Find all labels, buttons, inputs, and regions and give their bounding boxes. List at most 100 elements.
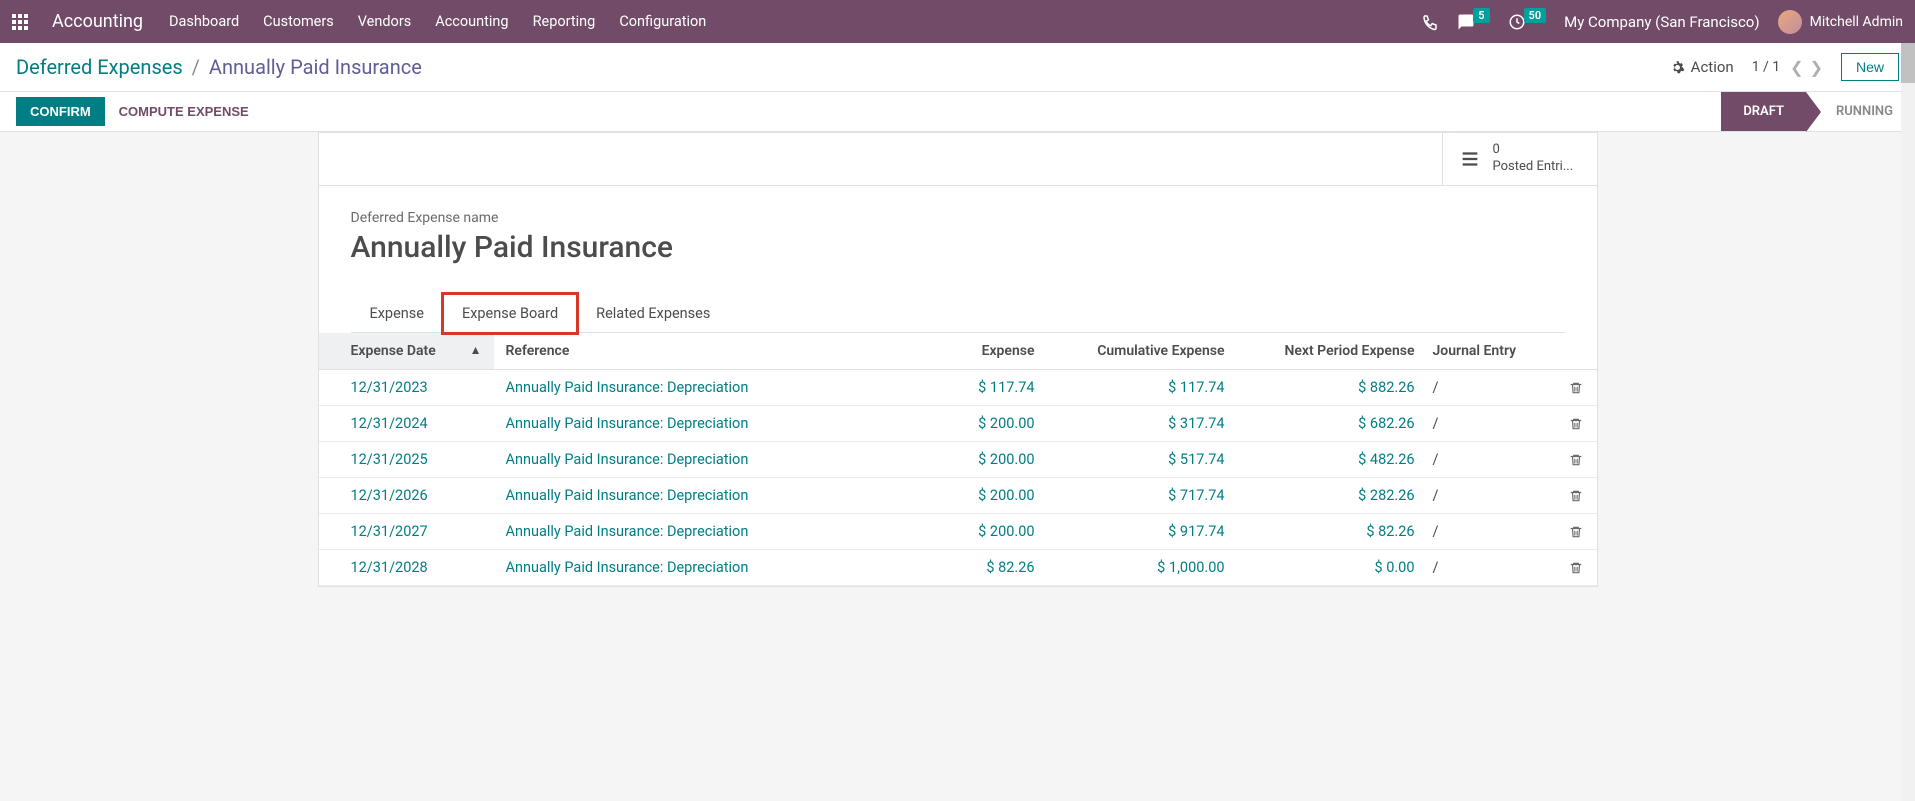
cell-journal[interactable]: /: [1427, 478, 1557, 514]
status-draft[interactable]: DRAFT: [1721, 92, 1806, 131]
cell-cumulative[interactable]: $ 1,000.00: [1047, 550, 1237, 586]
breadcrumb-sep: /: [192, 55, 200, 79]
scroll-thumb[interactable]: [1901, 43, 1915, 83]
delete-row-button[interactable]: [1557, 370, 1597, 406]
cell-cumulative[interactable]: $ 317.74: [1047, 406, 1237, 442]
status-running[interactable]: RUNNING: [1806, 92, 1915, 131]
breadcrumb: Deferred Expenses / Annually Paid Insura…: [16, 55, 422, 79]
table-row[interactable]: 12/31/2025 Annually Paid Insurance: Depr…: [319, 442, 1597, 478]
cell-journal[interactable]: /: [1427, 442, 1557, 478]
cell-date[interactable]: 12/31/2027: [319, 514, 494, 550]
chat-icon[interactable]: 5: [1457, 13, 1489, 31]
cell-expense[interactable]: $ 200.00: [907, 406, 1047, 442]
trash-icon: [1569, 489, 1583, 503]
cell-reference[interactable]: Annually Paid Insurance: Depreciation: [494, 406, 907, 442]
tab-expense-board[interactable]: Expense Board: [443, 294, 577, 333]
field-label-name: Deferred Expense name: [351, 210, 1565, 226]
col-journal-entry[interactable]: Journal Entry: [1427, 333, 1557, 370]
table-row[interactable]: 12/31/2024 Annually Paid Insurance: Depr…: [319, 406, 1597, 442]
cell-journal[interactable]: /: [1427, 514, 1557, 550]
company-selector[interactable]: My Company (San Francisco): [1564, 13, 1759, 31]
cell-cumulative[interactable]: $ 917.74: [1047, 514, 1237, 550]
delete-row-button[interactable]: [1557, 514, 1597, 550]
action-menu[interactable]: Action: [1670, 58, 1734, 76]
cell-date[interactable]: 12/31/2026: [319, 478, 494, 514]
cell-next[interactable]: $ 282.26: [1237, 478, 1427, 514]
pager: 1 / 1 ❮ ❯: [1752, 58, 1823, 77]
pager-prev-icon[interactable]: ❮: [1790, 58, 1803, 77]
nav-accounting[interactable]: Accounting: [435, 13, 508, 30]
status-bar: CONFIRM COMPUTE EXPENSE DRAFT RUNNING: [0, 92, 1915, 132]
tab-expense[interactable]: Expense: [351, 294, 443, 333]
tabs: Expense Expense Board Related Expenses: [351, 293, 1565, 333]
record-title[interactable]: Annually Paid Insurance: [351, 230, 1565, 265]
trash-icon: [1569, 525, 1583, 539]
cell-journal[interactable]: /: [1427, 370, 1557, 406]
table-row[interactable]: 12/31/2023 Annually Paid Insurance: Depr…: [319, 370, 1597, 406]
apps-icon[interactable]: [12, 14, 28, 30]
compute-expense-button[interactable]: COMPUTE EXPENSE: [119, 97, 249, 126]
delete-row-button[interactable]: [1557, 406, 1597, 442]
cell-date[interactable]: 12/31/2023: [319, 370, 494, 406]
nav-customers[interactable]: Customers: [263, 13, 334, 30]
user-name: Mitchell Admin: [1810, 14, 1903, 30]
cell-expense[interactable]: $ 117.74: [907, 370, 1047, 406]
breadcrumb-current: Annually Paid Insurance: [209, 55, 422, 79]
cell-expense[interactable]: $ 200.00: [907, 442, 1047, 478]
col-next-period[interactable]: Next Period Expense: [1237, 333, 1427, 370]
user-menu[interactable]: Mitchell Admin: [1778, 10, 1903, 34]
cell-next[interactable]: $ 0.00: [1237, 550, 1427, 586]
pager-count: 1 / 1: [1752, 59, 1780, 75]
cell-date[interactable]: 12/31/2028: [319, 550, 494, 586]
cell-reference[interactable]: Annually Paid Insurance: Depreciation: [494, 442, 907, 478]
confirm-button[interactable]: CONFIRM: [16, 97, 105, 126]
new-button[interactable]: New: [1841, 53, 1899, 81]
delete-row-button[interactable]: [1557, 478, 1597, 514]
gear-icon: [1670, 60, 1685, 75]
cell-expense[interactable]: $ 200.00: [907, 478, 1047, 514]
table-row[interactable]: 12/31/2026 Annually Paid Insurance: Depr…: [319, 478, 1597, 514]
tab-related-expenses[interactable]: Related Expenses: [577, 294, 729, 333]
scrollbar[interactable]: ▲: [1901, 43, 1915, 801]
nav-vendors[interactable]: Vendors: [358, 13, 411, 30]
col-expense[interactable]: Expense: [907, 333, 1047, 370]
cell-expense[interactable]: $ 82.26: [907, 550, 1047, 586]
cell-next[interactable]: $ 482.26: [1237, 442, 1427, 478]
nav-configuration[interactable]: Configuration: [619, 13, 706, 30]
cell-journal[interactable]: /: [1427, 406, 1557, 442]
cell-cumulative[interactable]: $ 717.74: [1047, 478, 1237, 514]
cell-journal[interactable]: /: [1427, 550, 1557, 586]
delete-row-button[interactable]: [1557, 442, 1597, 478]
col-expense-date[interactable]: Expense Date ▲: [319, 333, 494, 370]
cell-date[interactable]: 12/31/2024: [319, 406, 494, 442]
cell-date[interactable]: 12/31/2025: [319, 442, 494, 478]
pager-next-icon[interactable]: ❯: [1810, 58, 1823, 77]
breadcrumb-root[interactable]: Deferred Expenses: [16, 55, 183, 79]
clock-icon[interactable]: 50: [1508, 13, 1547, 31]
table-row[interactable]: 12/31/2027 Annually Paid Insurance: Depr…: [319, 514, 1597, 550]
cell-reference[interactable]: Annually Paid Insurance: Depreciation: [494, 370, 907, 406]
trash-icon: [1569, 417, 1583, 431]
top-navbar: Accounting Dashboard Customers Vendors A…: [0, 0, 1915, 43]
nav-reporting[interactable]: Reporting: [533, 13, 596, 30]
cell-reference[interactable]: Annually Paid Insurance: Depreciation: [494, 550, 907, 586]
nav-dashboard[interactable]: Dashboard: [169, 13, 239, 30]
chat-badge: 5: [1473, 8, 1489, 23]
trash-icon: [1569, 453, 1583, 467]
phone-icon[interactable]: [1421, 13, 1439, 31]
form-sheet: 0 Posted Entri... Deferred Expense name …: [318, 132, 1598, 587]
cell-next[interactable]: $ 882.26: [1237, 370, 1427, 406]
cell-next[interactable]: $ 682.26: [1237, 406, 1427, 442]
cell-reference[interactable]: Annually Paid Insurance: Depreciation: [494, 478, 907, 514]
cell-cumulative[interactable]: $ 117.74: [1047, 370, 1237, 406]
col-reference[interactable]: Reference: [494, 333, 907, 370]
table-row[interactable]: 12/31/2028 Annually Paid Insurance: Depr…: [319, 550, 1597, 586]
cell-reference[interactable]: Annually Paid Insurance: Depreciation: [494, 514, 907, 550]
cell-expense[interactable]: $ 200.00: [907, 514, 1047, 550]
cell-cumulative[interactable]: $ 517.74: [1047, 442, 1237, 478]
col-cumulative[interactable]: Cumulative Expense: [1047, 333, 1237, 370]
delete-row-button[interactable]: [1557, 550, 1597, 586]
posted-entries-button[interactable]: 0 Posted Entri...: [1442, 133, 1597, 185]
cell-next[interactable]: $ 82.26: [1237, 514, 1427, 550]
app-title[interactable]: Accounting: [52, 11, 143, 32]
